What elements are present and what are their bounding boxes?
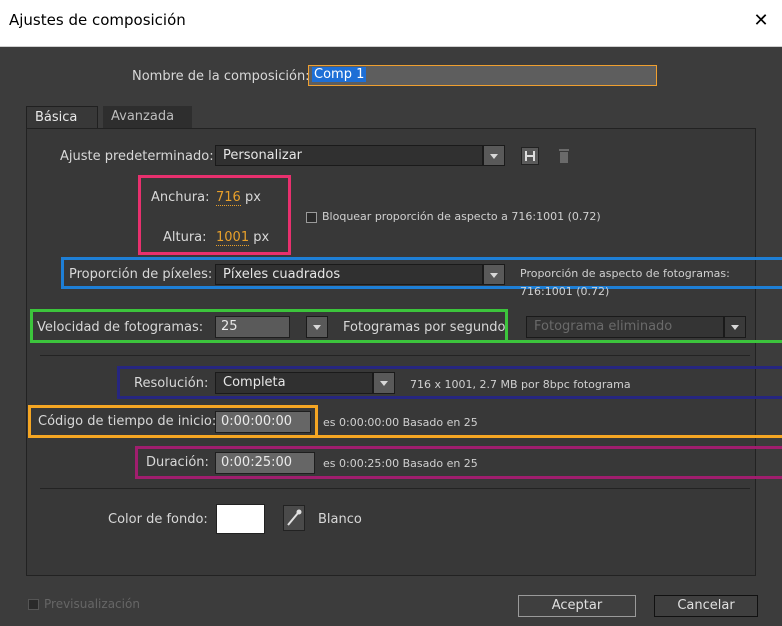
duration-input[interactable]: 0:00:25:00: [215, 452, 315, 474]
pixel-aspect-chevron-down-icon[interactable]: [483, 264, 505, 285]
delete-preset-icon[interactable]: [556, 147, 572, 165]
drop-frame-chevron-down-icon: [724, 316, 746, 338]
resolution-info: 716 x 1001, 2.7 MB por 8bpc fotograma: [410, 378, 631, 391]
start-timecode-input[interactable]: 0:00:00:00: [215, 411, 311, 433]
background-color-label: Color de fondo:: [108, 512, 208, 527]
comp-name-label: Nombre de la composición:: [132, 69, 310, 84]
resolution-dropdown[interactable]: Completa: [215, 372, 373, 394]
preset-chevron-down-icon[interactable]: [483, 145, 505, 166]
close-icon[interactable]: ✕: [750, 10, 772, 32]
duration-label: Duración:: [146, 455, 209, 470]
width-field[interactable]: 716 px: [216, 190, 261, 206]
height-field[interactable]: 1001 px: [216, 230, 270, 246]
background-color-swatch[interactable]: [216, 504, 265, 534]
start-timecode-info: es 0:00:00:00 Basado en 25: [323, 416, 478, 429]
window-title: Ajustes de composición: [9, 11, 186, 29]
preset-dropdown[interactable]: Personalizar: [215, 145, 483, 166]
height-value[interactable]: 1001: [216, 230, 250, 246]
drop-frame-dropdown: Fotograma eliminado: [526, 316, 724, 338]
frame-aspect-label: Proporción de aspecto de fotogramas:: [520, 267, 730, 280]
height-label: Altura:: [163, 230, 207, 245]
lock-aspect-checkbox[interactable]: [306, 212, 317, 223]
height-unit: px: [253, 230, 270, 245]
divider-1: [40, 355, 750, 356]
frame-rate-chevron-down-icon[interactable]: [306, 316, 328, 338]
ok-button[interactable]: Aceptar: [518, 595, 636, 617]
dialog-window: Ajustes de composición ✕ Nombre de la co…: [0, 0, 782, 626]
preview-checkbox[interactable]: [28, 599, 39, 610]
tab-avanzada[interactable]: Avanzada: [103, 106, 192, 129]
pixel-aspect-label: Proporción de píxeles:: [69, 267, 213, 282]
title-bar: Ajustes de composición ✕: [0, 0, 782, 47]
tab-panel: [26, 128, 756, 576]
eyedropper-icon[interactable]: [283, 505, 305, 531]
width-value[interactable]: 716: [216, 190, 241, 206]
preset-label: Ajuste predeterminado:: [60, 149, 214, 164]
comp-name-value: Comp 1: [312, 67, 367, 82]
frame-rate-label: Velocidad de fotogramas:: [37, 320, 204, 335]
pixel-aspect-dropdown[interactable]: Píxeles cuadrados: [215, 264, 483, 285]
lock-aspect-label: Bloquear proporción de aspecto a 716:100…: [322, 210, 601, 223]
background-color-name: Blanco: [318, 512, 362, 527]
preview-label: Previsualización: [44, 597, 140, 611]
resolution-chevron-down-icon[interactable]: [373, 372, 395, 394]
start-timecode-highlight-line: [318, 435, 782, 438]
frame-rate-unit: Fotogramas por segundo: [343, 320, 506, 335]
frame-aspect-value: 716:1001 (0.72): [520, 285, 610, 298]
cancel-button[interactable]: Cancelar: [654, 595, 758, 617]
tab-basica[interactable]: Básica: [26, 106, 98, 129]
start-timecode-label: Código de tiempo de inicio:: [38, 414, 217, 429]
comp-name-input[interactable]: Comp 1: [308, 65, 657, 86]
width-label: Anchura:: [151, 190, 210, 205]
save-preset-icon[interactable]: [521, 147, 539, 165]
resolution-label: Resolución:: [134, 376, 209, 391]
frame-rate-input[interactable]: 25: [215, 316, 290, 338]
divider-2: [40, 488, 750, 489]
duration-info: es 0:00:25:00 Basado en 25: [323, 457, 478, 470]
frame-rate-highlight-line: [508, 340, 782, 343]
width-unit: px: [244, 190, 261, 205]
